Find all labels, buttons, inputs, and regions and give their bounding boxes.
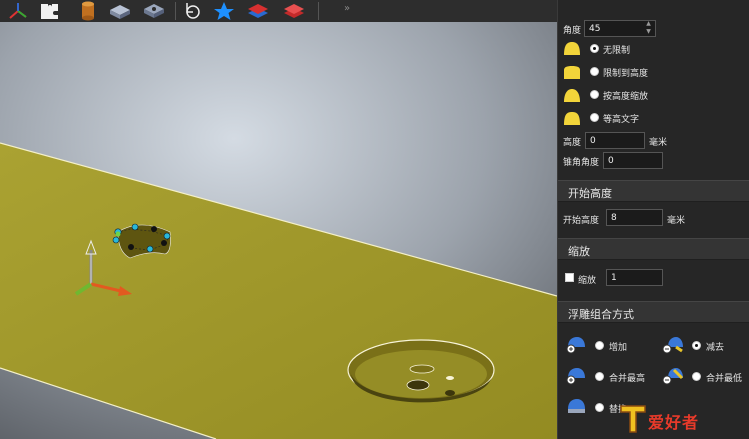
axis-icon[interactable] — [6, 0, 30, 21]
equal-text-label: 等高文字 — [603, 115, 640, 125]
relief-combine-title: 浮雕组合方式 — [568, 308, 634, 321]
add-icon — [565, 335, 587, 355]
start-height-label: 开始高度 — [563, 216, 600, 226]
limit-height-icon — [564, 66, 580, 79]
watermark-text: 爱好者 — [648, 413, 700, 432]
merge-low-label: 合并最低 — [706, 374, 743, 384]
start-height-header[interactable]: 开始高度 — [558, 180, 749, 202]
scale-input[interactable] — [606, 269, 663, 286]
draft-angle-label: 锥角角度 — [563, 158, 600, 168]
add-radio[interactable] — [595, 341, 604, 350]
subtract-icon — [662, 335, 684, 355]
watermark-logo: 爱好者 — [619, 402, 741, 434]
subtract-radio[interactable] — [692, 341, 701, 350]
box-icon[interactable] — [108, 0, 132, 21]
start-height-unit: 毫米 — [667, 216, 686, 226]
height-unit: 毫米 — [649, 138, 668, 148]
merge-high-radio[interactable] — [595, 372, 604, 381]
limit-height-radio[interactable] — [590, 67, 599, 76]
add-label: 增加 — [609, 343, 628, 353]
rotate-icon[interactable] — [180, 0, 204, 21]
replace-radio[interactable] — [595, 403, 604, 412]
layers-red-icon[interactable] — [282, 0, 306, 21]
merge-low-radio[interactable] — [692, 372, 701, 381]
box-outline-icon[interactable] — [142, 0, 166, 21]
star-icon[interactable] — [212, 0, 236, 21]
relief-crater — [347, 339, 495, 403]
scale-height-radio[interactable] — [590, 90, 599, 99]
scale-height-label: 按高度缩放 — [603, 92, 649, 102]
merge-high-icon — [565, 366, 587, 386]
angle-label: 角度 — [563, 26, 582, 36]
unlimited-radio[interactable] — [590, 44, 599, 53]
replace-icon — [565, 397, 587, 417]
unlimited-icon — [564, 42, 580, 55]
subtract-label: 减去 — [706, 343, 725, 353]
merge-high-label: 合并最高 — [609, 374, 646, 384]
layers-blue-icon[interactable] — [246, 0, 270, 21]
toolbar: » — [0, 0, 557, 23]
start-height-title: 开始高度 — [568, 187, 612, 200]
scale-title: 缩放 — [568, 245, 590, 258]
angle-spinner[interactable]: ▲ ▼ — [644, 20, 653, 37]
puzzle-icon[interactable] — [38, 0, 62, 21]
equal-text-radio[interactable] — [590, 113, 599, 122]
unlimited-label: 无限制 — [603, 46, 631, 56]
height-label: 高度 — [563, 138, 582, 148]
limit-height-label: 限制到高度 — [603, 69, 649, 79]
cylinder-icon[interactable] — [76, 0, 100, 21]
scale-label: 缩放 — [578, 276, 597, 286]
start-height-input[interactable] — [606, 209, 663, 226]
scale-height-icon — [564, 89, 580, 102]
wood-logo-icon — [620, 405, 646, 433]
merge-low-icon — [662, 366, 684, 386]
equal-text-icon — [564, 112, 580, 125]
height-input[interactable] — [585, 132, 645, 149]
3d-viewport[interactable] — [0, 22, 557, 439]
properties-panel: 角度 ▲▼ 无限制 限制到高度 按高度缩放 等高文字 高度 毫米 锥角角度 开始… — [557, 0, 749, 439]
scale-header[interactable]: 缩放 — [558, 238, 749, 260]
scale-checkbox[interactable] — [565, 273, 574, 282]
relief-combine-header[interactable]: 浮雕组合方式 — [558, 301, 749, 323]
toolbar-overflow-icon[interactable]: » — [344, 3, 358, 17]
draft-angle-input[interactable] — [603, 152, 663, 169]
